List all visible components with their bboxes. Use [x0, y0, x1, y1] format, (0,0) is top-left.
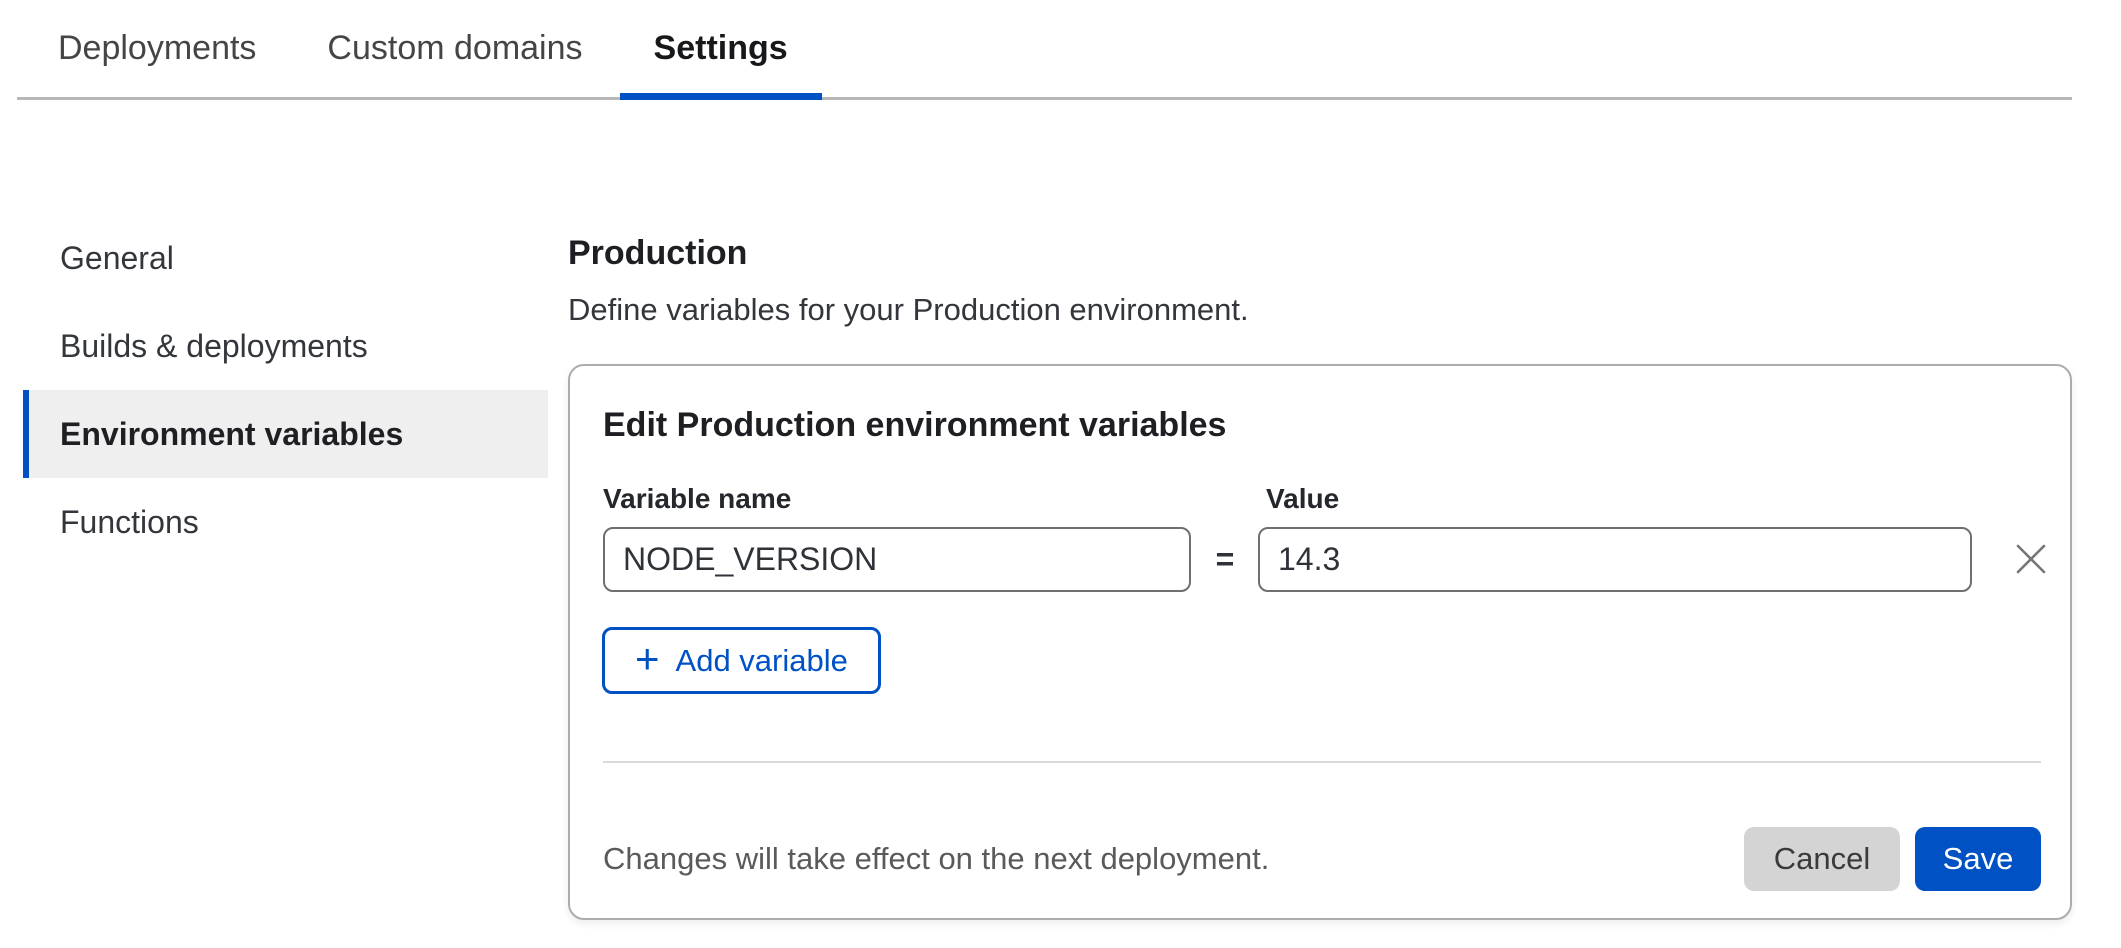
sidenav-item-general[interactable]: General: [23, 214, 548, 302]
sidenav-item-label: Environment variables: [60, 416, 403, 453]
remove-variable-button[interactable]: [2007, 535, 2055, 583]
section-description: Define variables for your Production env…: [568, 289, 1249, 331]
sidenav-item-label: General: [60, 240, 174, 277]
variable-value-input[interactable]: [1258, 527, 1972, 592]
sidenav-item-label: Functions: [60, 504, 199, 541]
x-icon: [2013, 541, 2049, 577]
tab-deployments[interactable]: Deployments: [24, 0, 290, 97]
project-tab-bar: Deployments Custom domains Settings: [17, 0, 2072, 100]
variable-name-input[interactable]: [603, 527, 1191, 592]
sidenav-item-functions[interactable]: Functions: [23, 478, 548, 566]
tab-label: Deployments: [58, 29, 256, 68]
add-variable-button[interactable]: + Add variable: [602, 627, 881, 694]
tab-label: Settings: [654, 29, 788, 68]
variable-name-label: Variable name: [603, 478, 791, 520]
add-variable-label: Add variable: [676, 643, 848, 679]
section-title: Production: [568, 232, 747, 274]
sidenav-item-builds-deployments[interactable]: Builds & deployments: [23, 302, 548, 390]
card-title: Edit Production environment variables: [603, 402, 1226, 448]
plus-icon: +: [635, 638, 660, 680]
tab-custom-domains[interactable]: Custom domains: [293, 0, 616, 97]
sidenav-item-environment-variables[interactable]: Environment variables: [23, 390, 548, 478]
save-button[interactable]: Save: [1915, 827, 2041, 891]
footer-note: Changes will take effect on the next dep…: [603, 838, 1269, 880]
value-label: Value: [1266, 478, 1339, 520]
cancel-button[interactable]: Cancel: [1744, 827, 1900, 891]
equals-sign: =: [1192, 527, 1258, 592]
card-divider: [603, 761, 2041, 763]
sidenav-item-label: Builds & deployments: [60, 328, 368, 365]
tab-label: Custom domains: [327, 29, 582, 68]
settings-sidenav: General Builds & deployments Environment…: [23, 214, 548, 566]
tab-settings[interactable]: Settings: [620, 0, 822, 97]
environment-variables-card: Edit Production environment variables Va…: [568, 364, 2072, 920]
